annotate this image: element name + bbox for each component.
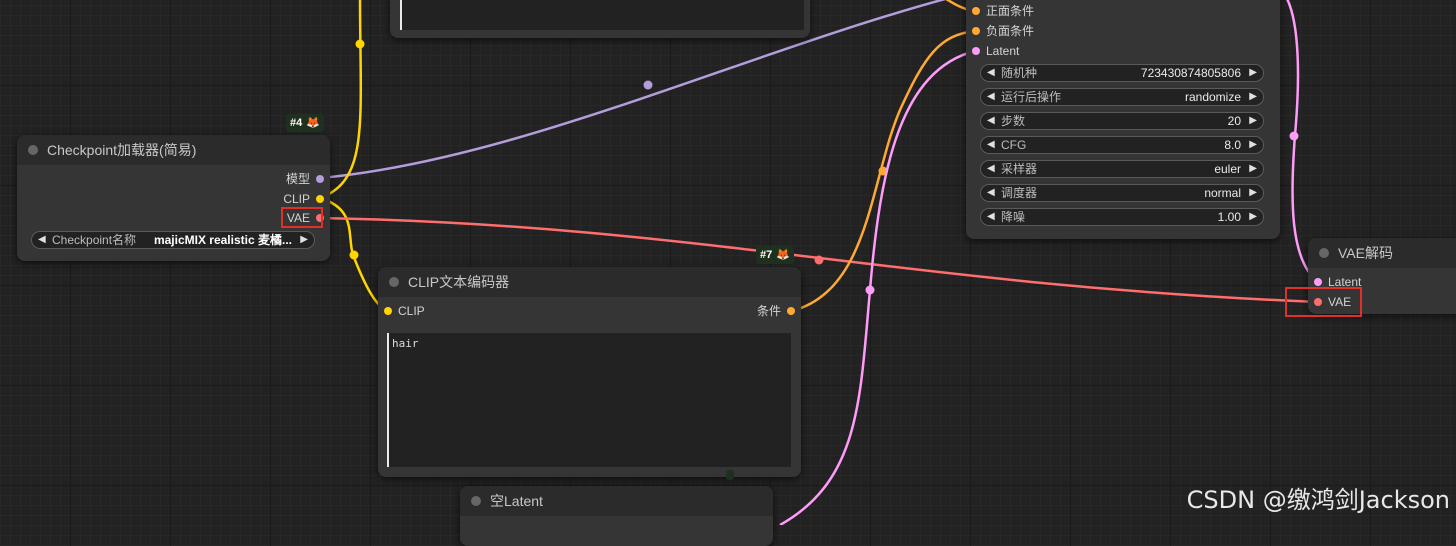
arrow-left-icon[interactable]: ◀ [987, 113, 995, 129]
widget-label: Checkpoint名称 [52, 233, 137, 247]
arrow-right-icon[interactable]: ▶ [300, 232, 308, 248]
fox-icon: 🦊 [776, 249, 790, 261]
widget-sampler[interactable]: ◀ 采样器 euler ▶ [980, 160, 1264, 178]
node-collapse-dot[interactable] [389, 277, 399, 287]
input-latent-dot [972, 47, 980, 55]
input-negative[interactable]: 负面条件 [972, 22, 1034, 40]
input-latent-label: Latent [986, 44, 1020, 58]
arrow-left-icon[interactable]: ◀ [987, 209, 995, 225]
wire-clip-bottom-dot [349, 250, 359, 260]
input-negative-dot [972, 27, 980, 35]
checkpoint-loader-node[interactable]: Checkpoint加载器(简易) 模型 CLIP VAE ◀ Checkpoi… [17, 135, 330, 261]
widget-label: 采样器 [1001, 162, 1038, 176]
input-clip-label: CLIP [398, 304, 425, 318]
widget-label: 降噪 [1001, 210, 1026, 224]
arrow-left-icon[interactable]: ◀ [987, 161, 995, 177]
wire-latent-out-dot [1289, 131, 1299, 141]
widget-label: 运行后操作 [1001, 90, 1062, 104]
widget-value: randomize [1184, 90, 1241, 104]
clip-badge-id: #7 [760, 249, 773, 261]
widget-value: 20 [1227, 114, 1241, 128]
clip-text-encoder-node[interactable]: CLIP文本编码器 CLIP 条件 hair [378, 267, 801, 477]
output-model[interactable]: 模型 [286, 170, 324, 188]
widget-label: 步数 [1001, 114, 1026, 128]
empty-latent-node[interactable]: 空Latent [460, 486, 773, 546]
output-model-label: 模型 [285, 172, 310, 186]
arrow-right-icon[interactable]: ▶ [1249, 137, 1257, 153]
ksampler-node[interactable]: 正面条件 负面条件 Latent ◀ 随机种 723430874805806 ▶… [966, 0, 1280, 239]
arrow-left-icon[interactable]: ◀ [987, 89, 995, 105]
node-collapse-dot[interactable] [28, 145, 38, 155]
widget-label: 随机种 [1001, 66, 1038, 80]
fox-icon: 🦊 [306, 117, 320, 129]
wire-latent-in [779, 49, 976, 525]
widget-value: 723430874805806 [1140, 66, 1241, 80]
output-model-dot [316, 175, 324, 183]
clip-title-text: CLIP文本编码器 [408, 274, 510, 290]
vae-node-title[interactable]: VAE解码 [1308, 238, 1456, 268]
output-conditioning-dot [787, 307, 795, 315]
clip-node-badge: #7 🦊 [756, 246, 794, 264]
input-latent[interactable]: Latent [972, 42, 1019, 60]
checkpoint-node-badge: #4 🦊 [286, 114, 324, 132]
arrow-left-icon[interactable]: ◀ [987, 185, 995, 201]
arrow-left-icon[interactable]: ◀ [987, 137, 995, 153]
widget-value: 1.00 [1217, 210, 1241, 224]
input-positive-label: 正面条件 [986, 4, 1035, 18]
output-clip-label: CLIP [283, 192, 310, 206]
widget-value: majicMIX realistic 麦橘... [153, 233, 292, 247]
latent-node-title[interactable]: 空Latent [460, 486, 773, 516]
latent-title-text: 空Latent [490, 493, 543, 509]
widget-control-after[interactable]: ◀ 运行后操作 randomize ▶ [980, 88, 1264, 106]
wire-vae-dot [814, 255, 824, 265]
widget-seed[interactable]: ◀ 随机种 723430874805806 ▶ [980, 64, 1264, 82]
arrow-right-icon[interactable]: ▶ [1249, 185, 1257, 201]
arrow-right-icon[interactable]: ▶ [1249, 209, 1257, 225]
input-clip-dot [384, 307, 392, 315]
highlight-vae-output [281, 207, 323, 228]
input-positive[interactable]: 正面条件 [972, 2, 1034, 20]
arrow-left-icon[interactable]: ◀ [38, 232, 46, 248]
wire-clip-top-dot [355, 39, 365, 49]
arrow-right-icon[interactable]: ▶ [1249, 113, 1257, 129]
checkpoint-name-widget[interactable]: ◀ Checkpoint名称 majicMIX realistic 麦橘... … [31, 231, 315, 249]
csdn-watermark: CSDN @缴鸿剑Jackson [1186, 486, 1450, 514]
widget-value: normal [1204, 186, 1241, 200]
widget-value: euler [1214, 162, 1241, 176]
input-negative-label: 负面条件 [986, 24, 1035, 38]
checkpoint-badge-id: #4 [290, 117, 303, 129]
arrow-left-icon[interactable]: ◀ [987, 65, 995, 81]
widget-scheduler[interactable]: ◀ 调度器 normal ▶ [980, 184, 1264, 202]
arrow-right-icon[interactable]: ▶ [1249, 89, 1257, 105]
highlight-vae-input [1285, 287, 1362, 317]
input-positive-dot [972, 7, 980, 15]
wire-model-reroute-dot [643, 80, 653, 90]
top-text-node [390, 0, 810, 38]
node-collapse-dot[interactable] [1319, 248, 1329, 258]
widget-label: CFG [1001, 138, 1027, 152]
checkpoint-node-title[interactable]: Checkpoint加载器(简易) [17, 135, 330, 165]
checkpoint-title-text: Checkpoint加载器(简易) [47, 142, 197, 158]
wire-latent-dot [865, 285, 875, 295]
node-collapse-dot[interactable] [471, 496, 481, 506]
widget-label: 调度器 [1001, 186, 1038, 200]
output-clip[interactable]: CLIP [283, 190, 324, 208]
widget-cfg[interactable]: ◀ CFG 8.0 ▶ [980, 136, 1264, 154]
widget-value: 8.0 [1224, 138, 1241, 152]
top-text-area[interactable] [400, 0, 804, 30]
widget-denoise[interactable]: ◀ 降噪 1.00 ▶ [980, 208, 1264, 226]
output-clip-dot [316, 195, 324, 203]
output-conditioning-label: 条件 [756, 304, 781, 318]
latent-node-badge [726, 470, 734, 480]
input-vae-latent-dot [1314, 278, 1322, 286]
clip-node-title[interactable]: CLIP文本编码器 [378, 267, 801, 297]
arrow-right-icon[interactable]: ▶ [1249, 161, 1257, 177]
vae-title-text: VAE解码 [1338, 245, 1393, 261]
output-conditioning[interactable]: 条件 [757, 302, 795, 320]
arrow-right-icon[interactable]: ▶ [1249, 65, 1257, 81]
widget-steps[interactable]: ◀ 步数 20 ▶ [980, 112, 1264, 130]
prompt-text-area[interactable]: hair [387, 333, 791, 467]
input-clip[interactable]: CLIP [384, 302, 425, 320]
